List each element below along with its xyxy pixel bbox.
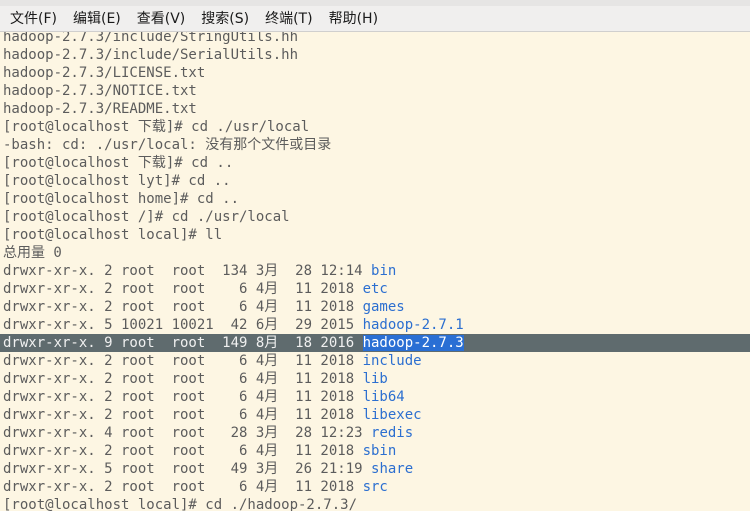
listing-meta: drwxr-xr-x. 2 root root 6 4月 11 2018 <box>3 371 363 387</box>
listing-meta: drwxr-xr-x. 9 root root 149 8月 18 2016 <box>3 335 363 351</box>
listing-row: drwxr-xr-x. 2 root root 6 4月 11 2018 lib… <box>0 388 750 406</box>
listing-row: drwxr-xr-x. 2 root root 6 4月 11 2018 etc <box>0 280 750 298</box>
listing-meta: drwxr-xr-x. 2 root root 6 4月 11 2018 <box>3 443 363 459</box>
listing-row: drwxr-xr-x. 2 root root 6 4月 11 2018 src <box>0 478 750 496</box>
terminal-lines: hadoop-2.7.3/include/StringUtils.hh hado… <box>0 32 750 511</box>
terminal-line: [root@localhost local]# ll <box>3 227 223 243</box>
listing-meta: drwxr-xr-x. 2 root root 6 4月 11 2018 <box>3 353 363 369</box>
listing-row: drwxr-xr-x. 5 10021 10021 42 6月 29 2015 … <box>0 316 750 334</box>
listing-row: drwxr-xr-x. 5 root root 49 3月 26 21:19 s… <box>0 460 750 478</box>
listing-meta: drwxr-xr-x. 2 root root 6 4月 11 2018 <box>3 281 363 297</box>
listing-row: drwxr-xr-x. 4 root root 28 3月 28 12:23 r… <box>0 424 750 442</box>
listing-meta: drwxr-xr-x. 2 root root 6 4月 11 2018 <box>3 479 363 495</box>
terminal-line: hadoop-2.7.3/include/StringUtils.hh <box>3 32 299 45</box>
terminal-line: -bash: cd: ./usr/local: 没有那个文件或目录 <box>3 137 332 153</box>
listing-row: drwxr-xr-x. 2 root root 6 4月 11 2018 lib… <box>0 406 750 424</box>
listing-dir-name-selected[interactable]: hadoop-2.7.3 <box>362 335 464 351</box>
listing-dir-name: games <box>362 299 405 315</box>
listing-meta: drwxr-xr-x. 2 root root 6 4月 11 2018 <box>3 407 363 423</box>
listing-row: drwxr-xr-x. 2 root root 6 4月 11 2018 lib <box>0 370 750 388</box>
listing-meta: drwxr-xr-x. 5 root root 49 3月 26 21:19 <box>3 461 372 477</box>
menu-edit[interactable]: 编辑(E) <box>65 7 129 31</box>
listing-dir-name: sbin <box>362 443 397 459</box>
menu-search[interactable]: 搜索(S) <box>193 7 257 31</box>
terminal-line: hadoop-2.7.3/README.txt <box>3 101 197 117</box>
terminal-line: [root@localhost /]# cd ./usr/local <box>3 209 290 225</box>
terminal-window: 文件(F) 编辑(E) 查看(V) 搜索(S) 终端(T) 帮助(H) hado… <box>0 0 750 511</box>
menu-file[interactable]: 文件(F) <box>2 7 65 31</box>
terminal-line: hadoop-2.7.3/include/SerialUtils.hh <box>3 47 299 63</box>
listing-dir-name: redis <box>371 425 414 441</box>
listing-dir-name: bin <box>371 263 397 279</box>
terminal-line: hadoop-2.7.3/LICENSE.txt <box>3 65 206 81</box>
terminal-line: hadoop-2.7.3/NOTICE.txt <box>3 83 197 99</box>
listing-meta: drwxr-xr-x. 4 root root 28 3月 28 12:23 <box>3 425 372 441</box>
terminal-line: [root@localhost 下载]# cd ./usr/local <box>3 119 310 135</box>
listing-dir-name: lib <box>362 371 388 387</box>
terminal-line: [root@localhost 下载]# cd .. <box>3 155 234 171</box>
terminal-last-line: [root@localhost local]# cd ./hadoop-2.7.… <box>3 497 358 511</box>
terminal-line: [root@localhost home]# cd .. <box>3 191 240 207</box>
listing-row: drwxr-xr-x. 2 root root 6 4月 11 2018 sbi… <box>0 442 750 460</box>
listing-dir-name: etc <box>362 281 388 297</box>
listing-row: drwxr-xr-x. 2 root root 134 3月 28 12:14 … <box>0 262 750 280</box>
terminal-line: 总用量 0 <box>3 245 62 261</box>
menu-bar: 文件(F) 编辑(E) 查看(V) 搜索(S) 终端(T) 帮助(H) <box>0 0 750 32</box>
listing-dir-name: libexec <box>362 407 422 423</box>
listing-meta: drwxr-xr-x. 2 root root 6 4月 11 2018 <box>3 389 363 405</box>
terminal-output[interactable]: hadoop-2.7.3/include/StringUtils.hh hado… <box>0 32 750 511</box>
listing-row: drwxr-xr-x. 2 root root 6 4月 11 2018 gam… <box>0 298 750 316</box>
menu-view[interactable]: 查看(V) <box>129 7 194 31</box>
listing-meta: drwxr-xr-x. 5 10021 10021 42 6月 29 2015 <box>3 317 363 333</box>
listing-dir-name: hadoop-2.7.1 <box>362 317 464 333</box>
menu-terminal[interactable]: 终端(T) <box>257 7 320 31</box>
listing-row: drwxr-xr-x. 2 root root 6 4月 11 2018 inc… <box>0 352 750 370</box>
listing-dir-name: include <box>362 353 422 369</box>
listing-dir-name: src <box>362 479 388 495</box>
listing-row-selected[interactable]: drwxr-xr-x. 9 root root 149 8月 18 2016 h… <box>0 334 750 352</box>
menu-help[interactable]: 帮助(H) <box>321 7 386 31</box>
listing-meta: drwxr-xr-x. 2 root root 134 3月 28 12:14 <box>3 263 372 279</box>
listing-dir-name: lib64 <box>362 389 405 405</box>
listing-meta: drwxr-xr-x. 2 root root 6 4月 11 2018 <box>3 299 363 315</box>
listing-dir-name: share <box>371 461 414 477</box>
terminal-line: [root@localhost lyt]# cd .. <box>3 173 231 189</box>
